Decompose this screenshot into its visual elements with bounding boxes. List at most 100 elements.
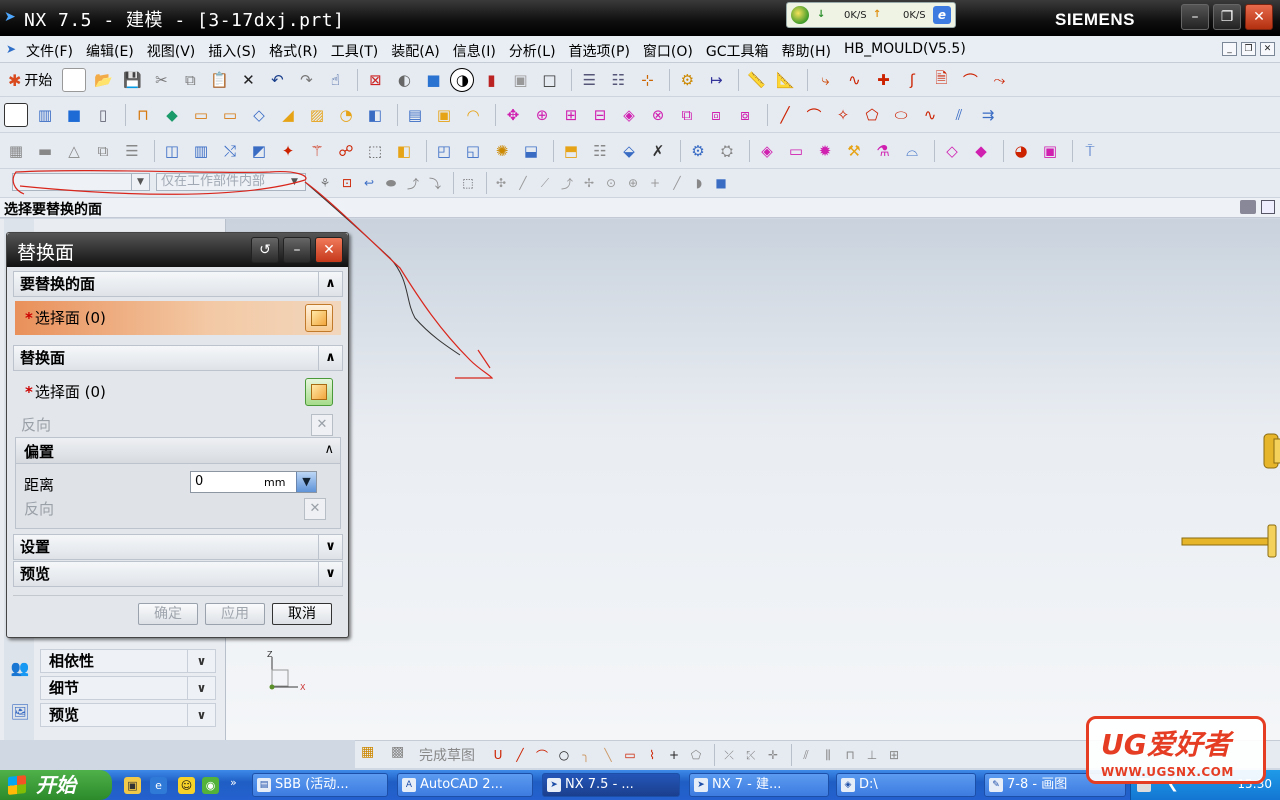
parting-icon[interactable]: ☷	[588, 139, 612, 163]
menu-item[interactable]: 文件(F)	[26, 41, 73, 61]
reverse-direction-button-1[interactable]: ✕	[311, 414, 333, 436]
background-icon[interactable]: □	[537, 68, 561, 92]
cylinder-icon[interactable]: ▯	[91, 103, 115, 127]
constraint-icon[interactable]: ⊥	[863, 746, 881, 764]
shape-icon[interactable]: ◆	[160, 103, 184, 127]
snap-body-icon[interactable]: ■	[712, 174, 730, 192]
offset-region-icon[interactable]: ⊞	[559, 103, 583, 127]
dependencies-panel[interactable]: 相依性 ∨	[40, 649, 216, 673]
reverse-direction-button-2[interactable]: ✕	[304, 498, 326, 520]
fillet-curve-icon[interactable]: ⤳	[987, 68, 1011, 92]
law-extension-icon[interactable]: ☍	[334, 139, 358, 163]
intersect-icon[interactable]: ✚	[871, 68, 895, 92]
select-face-row-2[interactable]: * 选择面 (0)	[15, 375, 341, 409]
curve-icon[interactable]: ʃ	[900, 68, 924, 92]
menu-item[interactable]: 分析(L)	[509, 41, 556, 61]
graphics-window[interactable]: Z X	[226, 219, 1280, 740]
menu-item[interactable]: 帮助(H)	[782, 41, 831, 61]
angle-icon[interactable]: 📐	[773, 68, 797, 92]
dialog-title-bar[interactable]: 替换面 ↺ – ✕	[7, 233, 348, 267]
apply-button[interactable]: 应用	[205, 603, 265, 625]
paste-icon[interactable]: 📋	[207, 68, 231, 92]
copy-component-icon[interactable]: ⧉	[91, 139, 115, 163]
extract-icon[interactable]: ◱	[461, 139, 485, 163]
close-button[interactable]: ✕	[1245, 4, 1273, 30]
sketch-polygon-icon[interactable]: ⬠	[687, 746, 705, 764]
select-face-row-1[interactable]: * 选择面 (0)	[15, 301, 341, 335]
block-icon[interactable]: ■	[62, 103, 86, 127]
mirror-sketch-icon[interactable]: ⫼	[819, 746, 837, 764]
ghost-cube-icon[interactable]: ▣	[508, 68, 532, 92]
details-panel[interactable]: 细节 ∨	[40, 676, 216, 700]
collapse-dialog-icon[interactable]: –	[283, 237, 311, 263]
ruler-icon[interactable]: 📏	[744, 68, 768, 92]
sketch-point-icon[interactable]: +	[665, 746, 683, 764]
extrude-icon[interactable]: ▥	[33, 103, 57, 127]
section-faces-to-replace[interactable]: 要替换的面 ∧	[13, 271, 343, 297]
selection-scope-select[interactable]: 仅在工作部件内部 ▼	[156, 173, 306, 191]
spline-curve-icon[interactable]: ∿	[918, 103, 942, 127]
slot-icon[interactable]: ▨	[305, 103, 329, 127]
n-sided-icon[interactable]: ✦	[276, 139, 300, 163]
snap-icon[interactable]: ⤴	[404, 174, 422, 192]
resize-blend-icon[interactable]: ◈	[617, 103, 641, 127]
task-autocad[interactable]: A AutoCAD 2...	[397, 773, 533, 797]
make-corner-icon[interactable]: ✛	[764, 746, 782, 764]
thicken-icon[interactable]: ⬓	[519, 139, 543, 163]
full-screen-icon[interactable]	[1240, 200, 1256, 214]
system-scene-icon[interactable]: 🖼	[7, 699, 33, 725]
preview-panel[interactable]: 预览 ∨	[40, 703, 216, 727]
menu-item[interactable]: 工具(T)	[331, 41, 378, 61]
copy-icon[interactable]: ⧉	[178, 68, 202, 92]
windows-start-button[interactable]: 开始	[0, 770, 112, 800]
bridge-icon[interactable]: ⚚	[305, 139, 329, 163]
sketch-rectangle-icon[interactable]: ▭	[621, 746, 639, 764]
emboss-icon[interactable]: ◧	[363, 103, 387, 127]
cut-face-icon[interactable]: ⧈	[704, 103, 728, 127]
arc-icon[interactable]: ⌒	[958, 68, 982, 92]
shaded-cube-icon[interactable]: ■	[421, 68, 445, 92]
section-preview[interactable]: 预览 ∨	[13, 561, 343, 587]
distance-input[interactable]: 0 mm ▼	[190, 471, 317, 493]
face-rule-icon[interactable]: ↩	[360, 174, 378, 192]
menu-item[interactable]: 装配(A)	[391, 41, 440, 61]
snap-control-icon[interactable]: ⟋	[536, 174, 554, 192]
core-cavity-icon[interactable]: ⬙	[617, 139, 641, 163]
hb-mould-5-icon[interactable]: ⚗	[871, 139, 895, 163]
studio-surface-icon[interactable]: ◩	[247, 139, 271, 163]
touch-mode-icon[interactable]: ☝	[323, 68, 347, 92]
point-icon[interactable]: ✧	[831, 103, 855, 127]
task-nx7[interactable]: ➤ NX 7 - 建...	[689, 773, 829, 797]
polygon-icon[interactable]: ⬠	[860, 103, 884, 127]
snap-point-icon[interactable]: +	[646, 174, 664, 192]
save-icon[interactable]: 💾	[120, 68, 144, 92]
hb-mould-9-icon[interactable]: ▣	[1038, 139, 1062, 163]
dimension-icon[interactable]: ⊓	[841, 746, 859, 764]
assembly-icon[interactable]: ▦	[4, 139, 28, 163]
hb-mould-1-icon[interactable]: ◈	[755, 139, 779, 163]
clip-section-icon[interactable]: ▮	[479, 68, 503, 92]
document-curve-icon[interactable]: 🗎	[929, 68, 953, 92]
show-constraints-icon[interactable]: ⊞	[885, 746, 903, 764]
blend-icon[interactable]: ◠	[461, 103, 485, 127]
groove-icon[interactable]: ◔	[334, 103, 358, 127]
divide-icon[interactable]: ✗	[646, 139, 670, 163]
unite-icon[interactable]: ⊓	[131, 103, 155, 127]
patch-icon[interactable]: ✺	[490, 139, 514, 163]
swept-icon[interactable]: ⤭	[218, 139, 242, 163]
component-icon[interactable]: ▬	[33, 139, 57, 163]
ok-button[interactable]: 确定	[138, 603, 198, 625]
offset-sketch-icon[interactable]: ⫽	[797, 746, 815, 764]
sketch-line-icon[interactable]: ╱	[511, 746, 529, 764]
filter-icon[interactable]: ⚘	[316, 174, 334, 192]
color-wheel-icon[interactable]: ◕	[1009, 139, 1033, 163]
profile-icon[interactable]: Ս	[489, 746, 507, 764]
sew-icon[interactable]: ◰	[432, 139, 456, 163]
line-icon[interactable]: ╱	[773, 103, 797, 127]
distance-menu-icon[interactable]: ▼	[296, 472, 316, 492]
sketch-fillet-icon[interactable]: ╮	[577, 746, 595, 764]
hole-icon[interactable]: ▭	[189, 103, 213, 127]
delete-face-icon[interactable]: ⊗	[646, 103, 670, 127]
qq-icon[interactable]: ☺	[178, 777, 195, 794]
sketch-spline-icon[interactable]: ⌇	[643, 746, 661, 764]
